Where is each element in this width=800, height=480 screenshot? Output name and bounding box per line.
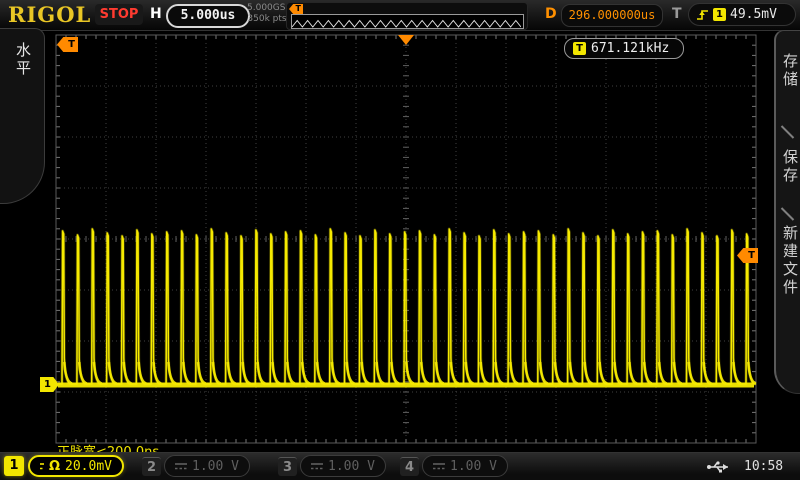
- menu-item-save[interactable]: 保存: [780, 149, 800, 185]
- usb-icon: [706, 460, 732, 474]
- dc-coupling-icon: [40, 462, 44, 471]
- ch1-badge[interactable]: 1: [4, 456, 24, 476]
- menu-separator: [781, 207, 794, 220]
- top-status-bar: RIGOL STOP H 5.000us 5.000GSa/s 350k pts…: [0, 0, 800, 31]
- run-stop-status[interactable]: STOP: [95, 4, 143, 25]
- sample-rate: 5.000GSa/s: [247, 3, 287, 14]
- oscilloscope-screen: RIGOL STOP H 5.000us 5.000GSa/s 350k pts…: [0, 0, 800, 480]
- dc-coupling-icon: [311, 462, 323, 471]
- menu-item-storage[interactable]: 存储: [780, 53, 800, 89]
- ch4-scale-box[interactable]: 1.00 V: [422, 455, 508, 477]
- storage-menu-panel: 存储 保存 新建文件: [774, 30, 800, 394]
- ch3-scale-box[interactable]: 1.00 V: [300, 455, 386, 477]
- horizontal-label: H: [150, 6, 162, 22]
- delay-readout[interactable]: 296.000000us: [561, 4, 663, 27]
- acquisition-info: 5.000GSa/s 350k pts: [247, 3, 287, 25]
- overview-wave: [292, 17, 521, 30]
- timebase-readout[interactable]: 5.000us: [166, 4, 250, 28]
- clock: 10:58: [744, 459, 783, 474]
- trigger-label: T: [672, 6, 682, 22]
- ch4-badge[interactable]: 4: [400, 457, 419, 476]
- memory-depth: 350k pts: [247, 14, 287, 25]
- graticule-and-waveform: [0, 0, 800, 480]
- waveform-overview[interactable]: T: [286, 2, 528, 30]
- overview-window: [291, 14, 524, 29]
- ch3-scale: 1.00 V: [328, 459, 375, 474]
- channel-status-bar: 1 Ω 20.0mV 2 1.00 V 3 1.00 V 4: [0, 452, 800, 480]
- dc-coupling-icon: [175, 462, 187, 471]
- overview-trigger-marker: T: [289, 4, 303, 14]
- freq-counter-badge: T: [573, 42, 586, 55]
- ch1-scale-box[interactable]: Ω 20.0mV: [28, 455, 124, 477]
- delay-label: D: [545, 6, 557, 22]
- ch2-scale-box[interactable]: 1.00 V: [164, 455, 250, 477]
- ch4-scale: 1.00 V: [450, 459, 497, 474]
- ch2-badge[interactable]: 2: [142, 457, 161, 476]
- menu-separator: [781, 125, 794, 138]
- rising-edge-icon: [696, 8, 709, 22]
- ch1-scale: 20.0mV: [65, 459, 112, 474]
- ch1-waveform: [58, 229, 756, 385]
- trigger-level-readout: 49.5mV: [730, 7, 777, 22]
- ch3-badge[interactable]: 3: [278, 457, 297, 476]
- menu-item-new-file[interactable]: 新建文件: [780, 225, 800, 297]
- horizontal-menu-label: 水平: [13, 42, 34, 78]
- rigol-logo: RIGOL: [8, 2, 91, 27]
- ch2-scale: 1.00 V: [192, 459, 239, 474]
- trigger-readout[interactable]: 1 49.5mV: [688, 3, 796, 26]
- trigger-source-badge: 1: [713, 8, 726, 21]
- ch1-impedance: Ω: [49, 459, 60, 474]
- dc-coupling-icon: [433, 462, 445, 471]
- frequency-counter: T 671.121kHz: [564, 38, 684, 59]
- freq-counter-value: 671.121kHz: [591, 41, 669, 56]
- horizontal-menu-tab[interactable]: 水平: [0, 28, 45, 204]
